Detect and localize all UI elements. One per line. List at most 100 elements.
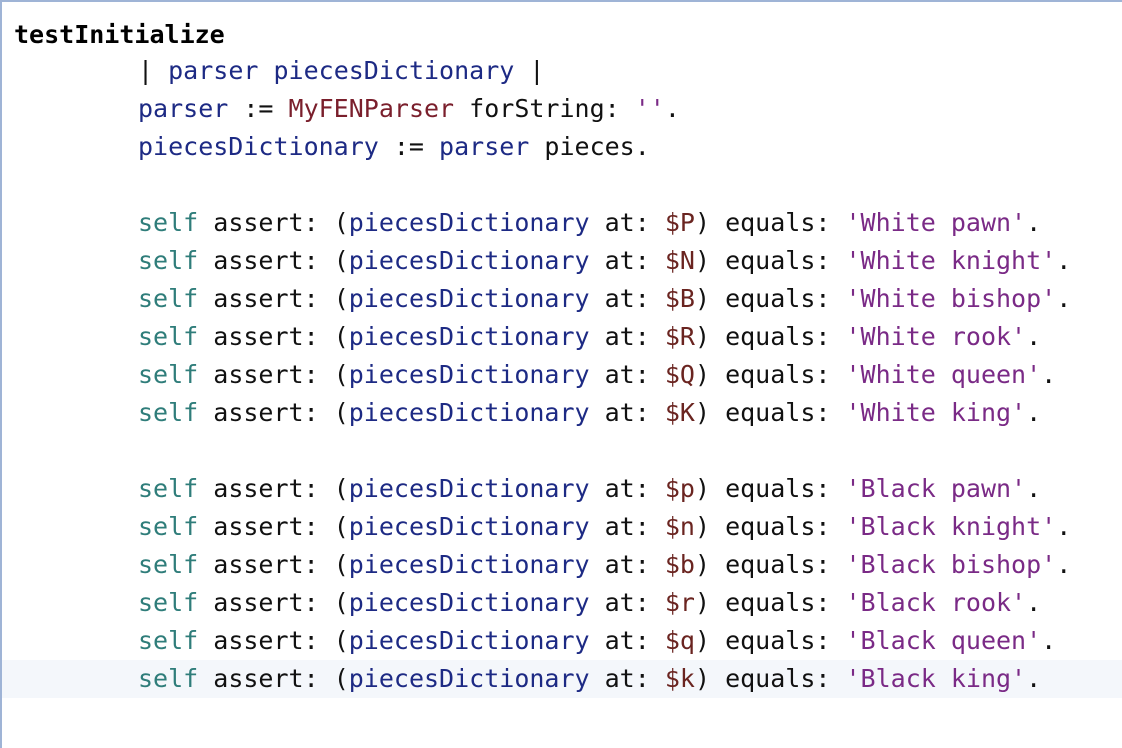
statement-period: . bbox=[1056, 246, 1072, 275]
character-literal: $q bbox=[664, 626, 695, 655]
assert-keyword: assert: bbox=[198, 550, 334, 579]
statement-period: . bbox=[634, 132, 650, 161]
assign-target-var: piecesDictionary bbox=[138, 132, 379, 161]
assert-line: self assert: (piecesDictionary at: $B) e… bbox=[14, 280, 1122, 318]
close-paren: ) bbox=[694, 474, 711, 503]
open-paren: ( bbox=[333, 398, 349, 427]
temporaries-line: | parser piecesDictionary | bbox=[14, 52, 1122, 90]
close-paren: ) bbox=[694, 664, 711, 693]
self-keyword: self bbox=[138, 284, 199, 313]
open-paren: ( bbox=[333, 208, 349, 237]
equals-keyword: equals: bbox=[710, 512, 846, 541]
string-literal: 'White queen' bbox=[845, 360, 1042, 389]
assert-line: self assert: (piecesDictionary at: $N) e… bbox=[14, 242, 1122, 280]
self-keyword: self bbox=[138, 588, 199, 617]
dictionary-var: piecesDictionary bbox=[348, 664, 590, 693]
temps-open-bar: | bbox=[138, 56, 169, 85]
equals-keyword: equals: bbox=[710, 360, 846, 389]
string-literal: 'Black rook' bbox=[845, 588, 1027, 617]
receiver-var: parser bbox=[439, 132, 530, 161]
assert-line: self assert: (piecesDictionary at: $K) e… bbox=[14, 394, 1122, 432]
dictionary-var: piecesDictionary bbox=[348, 246, 590, 275]
white-asserts-block: self assert: (piecesDictionary at: $P) e… bbox=[14, 204, 1122, 432]
equals-keyword: equals: bbox=[710, 322, 846, 351]
temps-close-bar: | bbox=[514, 56, 545, 85]
self-keyword: self bbox=[138, 322, 199, 351]
assign-dictionary-line: piecesDictionary := parser pieces. bbox=[14, 128, 1122, 166]
close-paren: ) bbox=[694, 626, 711, 655]
assert-keyword: assert: bbox=[198, 208, 334, 237]
open-paren: ( bbox=[333, 588, 349, 617]
string-literal: 'Black queen' bbox=[845, 626, 1042, 655]
close-paren: ) bbox=[694, 284, 711, 313]
temps-space bbox=[258, 56, 273, 85]
assert-line: self assert: (piecesDictionary at: $p) e… bbox=[14, 470, 1122, 508]
statement-period: . bbox=[1056, 512, 1072, 541]
dictionary-var: piecesDictionary bbox=[348, 322, 590, 351]
at-keyword: at: bbox=[589, 208, 665, 237]
dictionary-var: piecesDictionary bbox=[348, 284, 590, 313]
close-paren: ) bbox=[694, 550, 711, 579]
assert-line: self assert: (piecesDictionary at: $R) e… bbox=[14, 318, 1122, 356]
assign-operator: := bbox=[228, 94, 289, 123]
string-literal: 'White knight' bbox=[845, 246, 1057, 275]
string-literal: 'Black pawn' bbox=[845, 474, 1027, 503]
self-keyword: self bbox=[138, 664, 199, 693]
statement-period: . bbox=[1041, 626, 1057, 655]
equals-keyword: equals: bbox=[710, 398, 846, 427]
at-keyword: at: bbox=[589, 322, 665, 351]
assert-keyword: assert: bbox=[198, 512, 334, 541]
character-literal: $P bbox=[664, 208, 695, 237]
at-keyword: at: bbox=[589, 550, 665, 579]
dictionary-var: piecesDictionary bbox=[348, 588, 590, 617]
statement-period: . bbox=[1041, 360, 1057, 389]
assert-keyword: assert: bbox=[198, 474, 334, 503]
string-literal: 'White pawn' bbox=[845, 208, 1027, 237]
dictionary-var: piecesDictionary bbox=[348, 208, 590, 237]
open-paren: ( bbox=[333, 474, 349, 503]
character-literal: $r bbox=[664, 588, 695, 617]
string-literal: 'Black knight' bbox=[845, 512, 1057, 541]
dictionary-var: piecesDictionary bbox=[348, 360, 590, 389]
assert-line: self assert: (piecesDictionary at: $r) e… bbox=[14, 584, 1122, 622]
equals-keyword: equals: bbox=[710, 246, 846, 275]
equals-keyword: equals: bbox=[710, 588, 846, 617]
at-keyword: at: bbox=[589, 588, 665, 617]
assert-line: self assert: (piecesDictionary at: $P) e… bbox=[14, 204, 1122, 242]
assert-line: self assert: (piecesDictionary at: $q) e… bbox=[14, 622, 1122, 660]
open-paren: ( bbox=[333, 284, 349, 313]
assert-line: self assert: (piecesDictionary at: $b) e… bbox=[14, 546, 1122, 584]
method-selector: testInitialize bbox=[14, 20, 225, 49]
statement-period: . bbox=[1026, 664, 1042, 693]
open-paren: ( bbox=[333, 550, 349, 579]
assert-line: self assert: (piecesDictionary at: $n) e… bbox=[14, 508, 1122, 546]
code-editor[interactable]: testInitialize | parser piecesDictionary… bbox=[0, 0, 1122, 748]
string-literal: 'White bishop' bbox=[845, 284, 1057, 313]
class-reference: MyFENParser bbox=[288, 94, 455, 123]
assert-keyword: assert: bbox=[198, 398, 334, 427]
statement-period: . bbox=[664, 94, 680, 123]
open-paren: ( bbox=[333, 626, 349, 655]
close-paren: ) bbox=[694, 246, 711, 275]
unary-message: pieces bbox=[529, 132, 635, 161]
character-literal: $Q bbox=[664, 360, 695, 389]
at-keyword: at: bbox=[589, 664, 665, 693]
character-literal: $K bbox=[664, 398, 695, 427]
at-keyword: at: bbox=[589, 284, 665, 313]
character-literal: $k bbox=[664, 664, 695, 693]
open-paren: ( bbox=[333, 360, 349, 389]
string-literal: 'White rook' bbox=[845, 322, 1027, 351]
dictionary-var: piecesDictionary bbox=[348, 398, 590, 427]
assert-keyword: assert: bbox=[198, 246, 334, 275]
string-literal: 'Black king' bbox=[845, 664, 1027, 693]
open-paren: ( bbox=[333, 512, 349, 541]
self-keyword: self bbox=[138, 208, 199, 237]
assert-keyword: assert: bbox=[198, 664, 334, 693]
assert-keyword: assert: bbox=[198, 626, 334, 655]
black-asserts-block: self assert: (piecesDictionary at: $p) e… bbox=[2, 470, 1122, 698]
close-paren: ) bbox=[694, 322, 711, 351]
equals-keyword: equals: bbox=[710, 208, 846, 237]
at-keyword: at: bbox=[589, 626, 665, 655]
